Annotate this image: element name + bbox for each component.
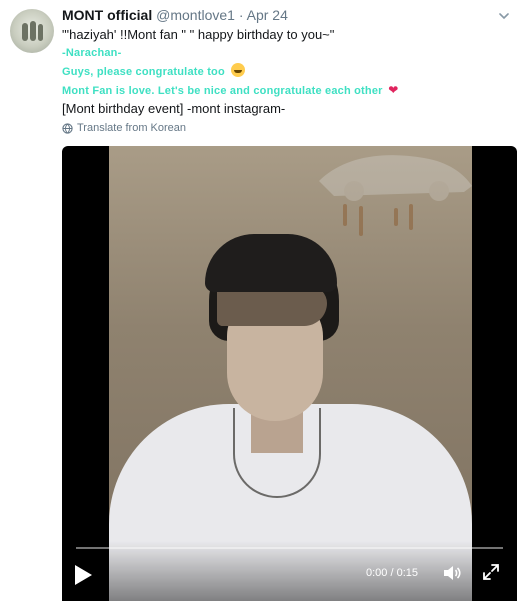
translate-label[interactable]: Translate from Korean (77, 122, 186, 134)
tweet-line-2: -Narachan- (62, 47, 122, 59)
user-handle[interactable]: @montlove1 (156, 7, 235, 23)
tweet-header: MONT official @montlove1 · Apr 24 (62, 7, 288, 23)
fullscreen-icon[interactable] (482, 563, 500, 581)
display-name[interactable]: MONT official (62, 7, 152, 23)
wall-decoration (319, 155, 472, 201)
video-frame (109, 146, 472, 601)
globe-icon (62, 122, 73, 134)
volume-icon[interactable] (442, 563, 462, 583)
tweet-line-1: "'haziyah' !!Mont fan " " happy birthday… (62, 27, 335, 42)
separator-dot: · (238, 7, 244, 23)
tweet-date[interactable]: Apr 24 (247, 7, 288, 23)
tweet-line-4: Mont Fan is love. Let's be nice and cong… (62, 85, 383, 97)
tweet-text: "'haziyah' !!Mont fan " " happy birthday… (62, 26, 512, 118)
grinning-emoji-icon (230, 63, 245, 77)
heart-icon: ❤ (388, 83, 399, 97)
tweet-line-3: Guys, please congratulate too (62, 66, 225, 78)
translate-link[interactable]: Translate from Korean (62, 122, 186, 134)
video-controls: 0:00 / 0:15 (62, 541, 517, 601)
caret-down-icon[interactable] (498, 10, 510, 22)
avatar[interactable] (10, 9, 54, 53)
video-progress-bar[interactable] (76, 547, 503, 549)
video-player[interactable]: 0:00 / 0:15 (62, 146, 517, 601)
play-icon[interactable] (72, 563, 94, 587)
tweet-line-5: [Mont birthday event] -mont instagram- (62, 101, 286, 116)
video-time: 0:00 / 0:15 (366, 567, 418, 579)
